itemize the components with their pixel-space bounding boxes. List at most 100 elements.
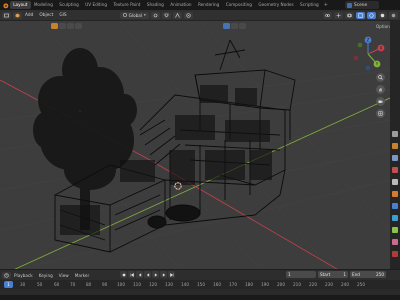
ruler-tick: 250 (357, 282, 365, 287)
tab-shading[interactable]: Shading (144, 1, 167, 9)
scene-selector[interactable]: Scene (345, 1, 379, 9)
render-properties-icon[interactable] (392, 143, 398, 149)
tab-rendering[interactable]: Rendering (195, 1, 223, 9)
material-properties-icon[interactable] (392, 239, 398, 245)
ruler-tick: 30 (20, 282, 26, 287)
prev-keyframe-icon[interactable] (136, 271, 143, 278)
tab-scripting[interactable]: Scripting (297, 1, 322, 9)
playhead-frame: 1 (7, 282, 10, 287)
status-bar (0, 295, 400, 300)
next-keyframe-icon[interactable] (160, 271, 167, 278)
tool-chip-4[interactable] (75, 22, 82, 29)
3d-viewport[interactable] (0, 21, 390, 269)
gizmo-neg-x[interactable] (353, 55, 359, 61)
tool-chip-2[interactable] (59, 22, 66, 29)
shading-material-button[interactable] (389, 11, 398, 19)
pan-hand-icon[interactable] (376, 85, 385, 94)
ruler-tick: 210 (293, 282, 301, 287)
zoom-icon[interactable] (376, 73, 385, 82)
data-properties-icon[interactable] (392, 227, 398, 233)
tab-layout[interactable]: Layout (10, 1, 31, 9)
menu-marker[interactable]: Marker (72, 273, 92, 278)
tab-animation[interactable]: Animation (167, 1, 195, 9)
jump-end-icon[interactable] (168, 271, 175, 278)
gizmo-neg-z[interactable] (365, 65, 371, 71)
ruler-tick: 130 (165, 282, 173, 287)
modifier-properties-icon[interactable] (392, 215, 398, 221)
tab-compositing[interactable]: Compositing (223, 1, 256, 9)
visibility-button[interactable] (323, 11, 332, 19)
menu-object[interactable]: Object (36, 13, 56, 18)
snap-settings-button[interactable] (172, 11, 182, 19)
ruler-tick: 150 (197, 282, 205, 287)
add-workspace-icon[interactable]: + (322, 2, 330, 8)
timeline-editor-button[interactable] (2, 271, 11, 279)
ruler-tick: 110 (133, 282, 141, 287)
menu-view[interactable]: View (56, 273, 72, 278)
start-frame-label: Start (320, 272, 331, 277)
play-reverse-icon[interactable] (144, 271, 151, 278)
tab-geometry-nodes[interactable]: Geometry Nodes (255, 1, 297, 9)
gizmo-x-label: X (380, 46, 383, 51)
tab-modeling[interactable]: Modeling (31, 1, 56, 9)
menu-keying[interactable]: Keying (36, 273, 56, 278)
menu-gis[interactable]: GIS (56, 13, 69, 18)
gizmo-neg-y[interactable] (357, 42, 363, 48)
shading-wireframe-button[interactable] (367, 11, 376, 19)
blender-logo-icon[interactable] (0, 0, 10, 10)
jump-start-icon[interactable] (128, 271, 135, 278)
editor-type-button[interactable] (2, 11, 11, 19)
view-layer-icon[interactable] (392, 167, 398, 173)
tab-texture-paint[interactable]: Texture Paint (110, 1, 143, 9)
snap-toggle[interactable] (161, 11, 171, 19)
select-extend-chip[interactable] (239, 22, 246, 29)
end-frame-field[interactable]: End 250 (350, 271, 386, 278)
select-tool-chip[interactable] (51, 22, 58, 29)
ruler-tick: 70 (70, 282, 76, 287)
gizmo-toggle[interactable] (334, 11, 343, 19)
tool-chip-3[interactable] (67, 22, 74, 29)
orientation-icon (122, 13, 127, 17)
start-frame-value: 1 (343, 272, 346, 277)
ruler-tick: 60 (54, 282, 60, 287)
end-frame-value: 250 (376, 272, 384, 277)
workspace-tabs: Layout Modeling Sculpting UV Editing Tex… (10, 0, 330, 10)
menu-playback[interactable]: Playback (11, 273, 36, 278)
transform-orientation-dropdown[interactable]: Global ▾ (119, 11, 149, 19)
scene-properties-icon[interactable] (392, 179, 398, 185)
tab-uv-editing[interactable]: UV Editing (82, 1, 110, 9)
navigation-gizmo[interactable]: X Y Z (350, 36, 386, 72)
mode-selector[interactable] (13, 11, 22, 19)
playhead-marker[interactable]: 1 (4, 281, 13, 288)
menu-add[interactable]: Add (22, 13, 36, 18)
play-icon[interactable] (152, 271, 159, 278)
camera-view-icon[interactable] (376, 97, 385, 106)
pivot-point-button[interactable] (150, 11, 160, 19)
current-frame-value: 1 (288, 272, 291, 277)
output-properties-icon[interactable] (392, 155, 398, 161)
grid-projection-icon[interactable] (376, 109, 385, 118)
start-frame-field[interactable]: Start 1 (318, 271, 348, 278)
viewport-scene (0, 21, 390, 269)
ruler-tick: 230 (325, 282, 333, 287)
proportional-edit-button[interactable] (183, 11, 193, 19)
top-bar: Layout Modeling Sculpting UV Editing Tex… (0, 0, 400, 10)
shading-solid-button[interactable] (378, 11, 387, 19)
overlay-toggle[interactable] (345, 11, 354, 19)
record-icon[interactable] (120, 271, 127, 278)
xray-toggle[interactable] (356, 11, 365, 19)
tab-sculpting[interactable]: Sculpting (56, 1, 82, 9)
texture-properties-icon[interactable] (392, 251, 398, 257)
gizmo-y-label: Y (375, 62, 379, 67)
ruler-tick: 80 (86, 282, 92, 287)
tool-properties-icon[interactable] (392, 131, 398, 137)
select-mode-chip[interactable] (231, 22, 238, 29)
object-properties-icon[interactable] (392, 203, 398, 209)
playback-controls (120, 271, 175, 278)
select-box-chip[interactable] (223, 22, 230, 29)
world-properties-icon[interactable] (392, 191, 398, 197)
ruler-tick: 180 (245, 282, 253, 287)
viewport-tool-header (0, 21, 390, 30)
properties-tab-strip (390, 21, 400, 269)
current-frame-field[interactable]: 1 (286, 271, 316, 278)
